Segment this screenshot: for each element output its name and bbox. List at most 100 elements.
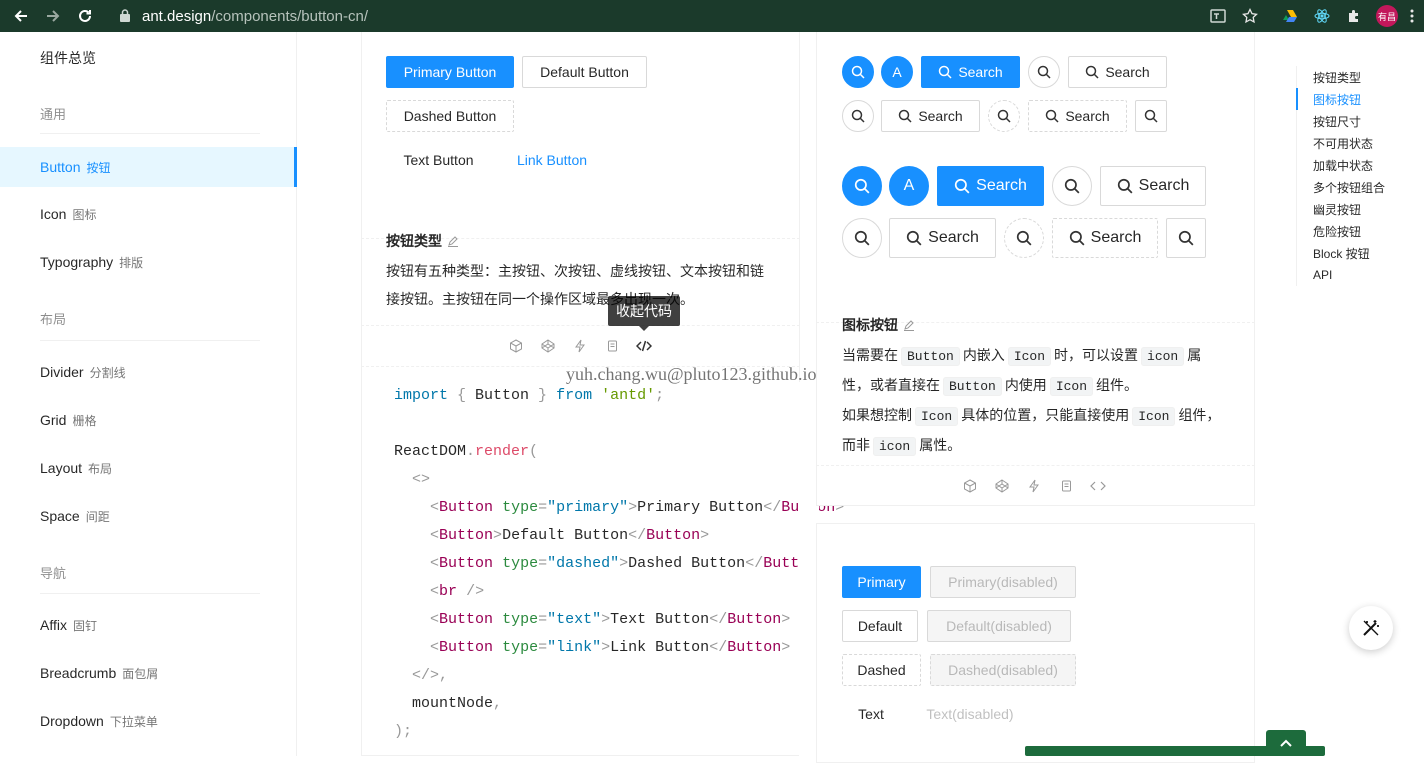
icon-search-circle-large[interactable] (842, 218, 882, 258)
stackblitz-icon[interactable] (1018, 476, 1050, 496)
search-default-button-large[interactable]: Search (1100, 166, 1206, 206)
code-token: primary (556, 499, 620, 516)
toc-item-ghost[interactable]: 幽灵按钮 (1297, 198, 1385, 220)
theme-editor-button[interactable] (1349, 606, 1393, 650)
toc-item-block[interactable]: Block 按钮 (1297, 242, 1385, 264)
bookmark-star-icon[interactable] (1240, 6, 1260, 26)
codesandbox-icon[interactable] (500, 336, 532, 356)
icon-search-circle-dashed[interactable] (988, 100, 1020, 132)
search-primary-button[interactable]: Search (921, 56, 1020, 88)
toc-item-disabled[interactable]: 不可用状态 (1297, 132, 1385, 154)
icon-search-circle-large[interactable] (1052, 166, 1092, 206)
search-default-button[interactable]: Search (881, 100, 980, 132)
sidebar-overview[interactable]: 组件总览 (40, 48, 96, 68)
stackblitz-icon[interactable] (564, 336, 596, 356)
sidebar-item-space[interactable]: Space 间距 (0, 496, 297, 536)
search-icon (899, 109, 912, 123)
sidebar-item-dropdown[interactable]: Dropdown 下拉菜单 (0, 701, 297, 741)
translate-icon[interactable] (1208, 6, 1228, 26)
toc-item-api[interactable]: API (1297, 264, 1385, 286)
inline-code: icon (1141, 347, 1185, 366)
search-dashed-button[interactable]: Search (1028, 100, 1127, 132)
search-default-button-large[interactable]: Search (889, 218, 996, 258)
link-button[interactable]: Link Button (500, 144, 604, 176)
forward-arrow-icon[interactable] (42, 5, 64, 27)
icon-search-circle-dashed-large[interactable] (1004, 218, 1044, 258)
collapse-code-icon[interactable] (628, 336, 660, 356)
divider (40, 340, 260, 341)
default-button[interactable]: Default Button (522, 56, 647, 88)
expand-code-icon[interactable] (1082, 476, 1114, 496)
icon-search-circle-primary-large[interactable] (842, 166, 882, 206)
sidebar-item-divider[interactable]: Divider 分割线 (0, 352, 297, 392)
primary-button[interactable]: Primary Button (386, 56, 514, 88)
sidebar-item-icon[interactable]: Icon 图标 (0, 194, 297, 234)
circle-letter-button-large[interactable]: A (889, 166, 929, 206)
sidebar-item-breadcrumb[interactable]: Breadcrumb 面包屑 (0, 653, 297, 693)
code-token: render (475, 443, 530, 460)
sidebar-item-cn: 布局 (88, 461, 113, 476)
back-to-top-button[interactable] (1266, 730, 1306, 756)
text-button[interactable]: Text Button (386, 144, 491, 176)
sidebar-item-grid[interactable]: Grid 栅格 (0, 400, 297, 440)
react-devtools-icon[interactable] (1312, 6, 1332, 26)
demo-actions (500, 336, 660, 356)
copy-icon[interactable] (596, 336, 628, 356)
drive-extension-icon[interactable] (1280, 6, 1300, 26)
sidebar-item-label: Breadcrumb (40, 665, 117, 681)
code-token: Link Button (610, 639, 710, 656)
dashed-button[interactable]: Dashed Button (386, 100, 514, 132)
code-token: Button (466, 387, 539, 404)
search-default-button[interactable]: Search (1068, 56, 1167, 88)
button-label: Search (958, 64, 1003, 80)
search-icon (1086, 65, 1099, 79)
icon-search-square[interactable] (1135, 100, 1167, 132)
toc-item-loading[interactable]: 加载中状态 (1297, 154, 1385, 176)
sidebar-group-layout: 布局 (40, 312, 67, 327)
circle-letter-button[interactable]: A (881, 56, 913, 88)
codesandbox-icon[interactable] (954, 476, 986, 496)
default-button[interactable]: Default (842, 610, 918, 642)
desc-text: 性，或者直接在 (842, 377, 940, 393)
icon-search-circle[interactable] (1028, 56, 1060, 88)
back-arrow-icon[interactable] (10, 5, 32, 27)
desc-line: 当需要在 Button 内嵌入 Icon 时，可以设置 icon 属 (842, 341, 1242, 371)
sidebar-item-cn: 面包屑 (122, 666, 159, 681)
browser-menu-icon[interactable] (1402, 6, 1422, 26)
icon-search-circle-primary[interactable] (842, 56, 874, 88)
address-bar[interactable]: ant.design/components/button-cn/ (142, 6, 368, 26)
icon-search-circle[interactable] (842, 100, 874, 132)
dashed-button[interactable]: Dashed (842, 654, 921, 686)
edit-icon[interactable] (447, 235, 459, 247)
section-title-button-types: 按钮类型 (386, 231, 459, 251)
sidebar-item-typography[interactable]: Typography 排版 (0, 242, 297, 282)
sidebar-item-affix[interactable]: Affix 固钉 (0, 605, 297, 645)
toc-item-group[interactable]: 多个按钮组合 (1297, 176, 1385, 198)
reload-icon[interactable] (74, 5, 96, 27)
code-line: ReactDOM.render( (394, 443, 539, 460)
toc-item-size[interactable]: 按钮尺寸 (1297, 110, 1385, 132)
sidebar-item-layout[interactable]: Layout 布局 (0, 448, 297, 488)
icon-search-square-large[interactable] (1166, 218, 1206, 258)
copy-icon[interactable] (1050, 476, 1082, 496)
text-button[interactable]: Text (842, 698, 900, 730)
desc-text: 而非 (842, 437, 870, 453)
codepen-icon[interactable] (532, 336, 564, 356)
edit-icon[interactable] (903, 319, 915, 331)
toc-item-icon-buttons[interactable]: 图标按钮 (1296, 88, 1385, 110)
codepen-icon[interactable] (986, 476, 1018, 496)
primary-button[interactable]: Primary (842, 566, 921, 598)
search-primary-button-large[interactable]: Search (937, 166, 1044, 206)
section-title-text: 按钮类型 (386, 233, 442, 249)
code-token: dashed (556, 555, 611, 572)
inline-code: icon (873, 437, 917, 456)
profile-avatar[interactable]: 有昌 (1376, 5, 1398, 27)
search-dashed-button-large[interactable]: Search (1052, 218, 1158, 258)
desc-text: 具体的位置，只能直接使用 (961, 407, 1130, 423)
sidebar-item-button[interactable]: Button 按钮 (0, 147, 297, 187)
search-icon (939, 65, 952, 79)
code-token: Primary Button (637, 499, 764, 516)
extensions-puzzle-icon[interactable] (1344, 6, 1364, 26)
toc-item-danger[interactable]: 危险按钮 (1297, 220, 1385, 242)
toc-item-types[interactable]: 按钮类型 (1297, 66, 1385, 88)
